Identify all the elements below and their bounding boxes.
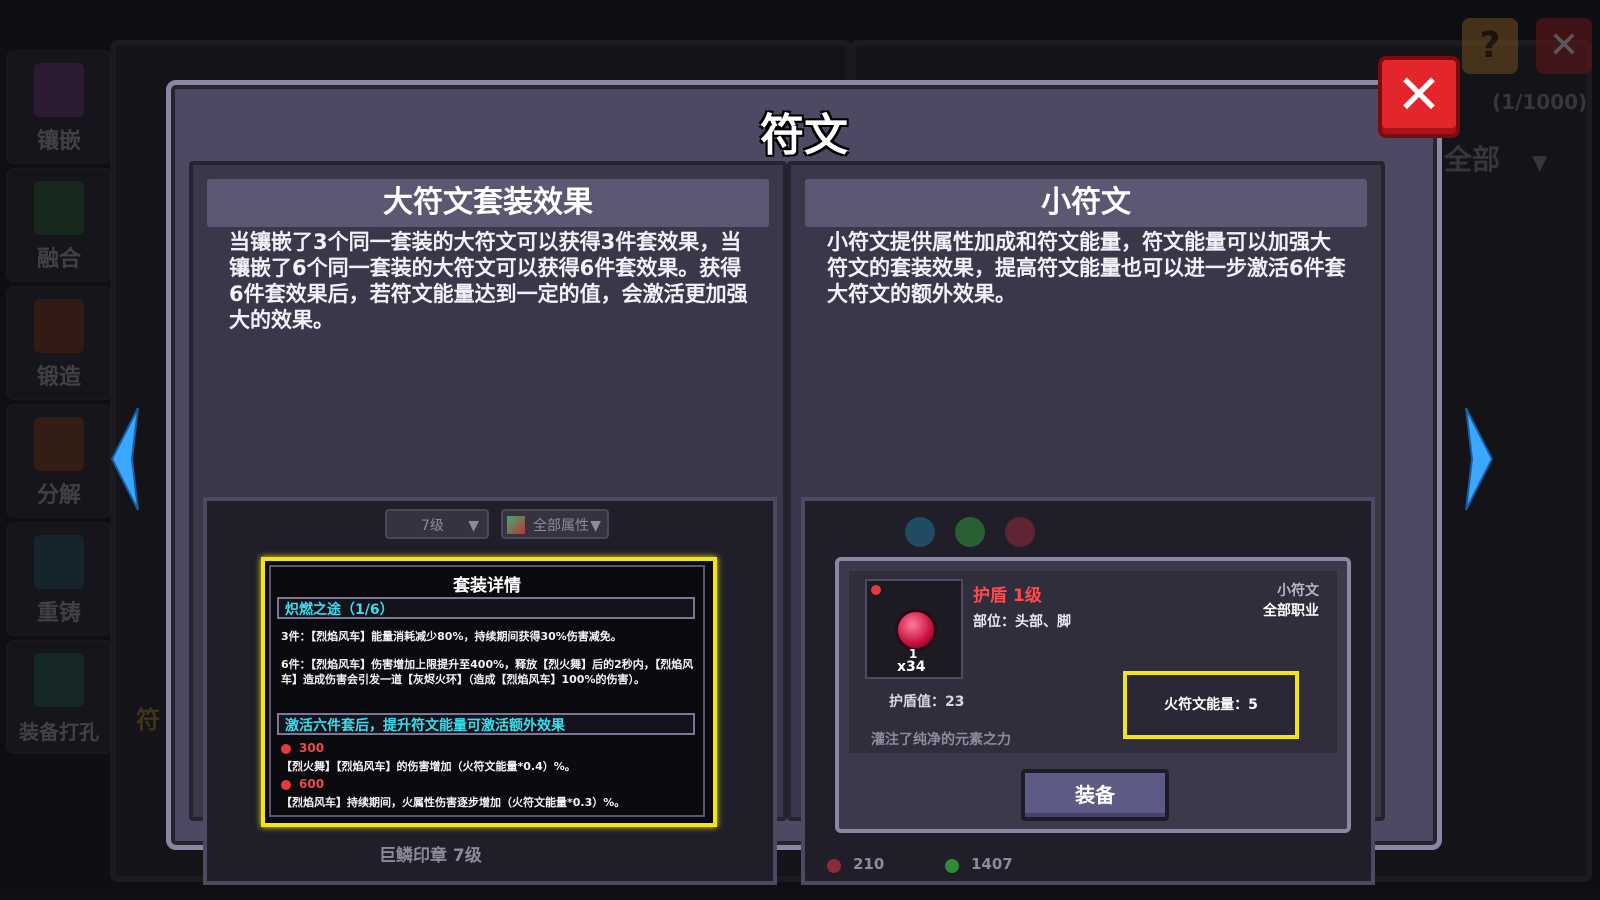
- item-detail-card: 1 x34 护盾 1级 部位：头部、脚 小符文 全部职业 护盾值：23 火符文能…: [835, 557, 1351, 833]
- fire-icon: [281, 744, 291, 754]
- set-detail-tooltip: 套装详情 炽燃之途（1/6） 3件：【烈焰风车】能量消耗减少80%，持续期间获得…: [261, 557, 717, 827]
- tooltip-title: 套装详情: [453, 576, 521, 596]
- level-dropdown-label: 7级: [421, 518, 444, 534]
- big-rune-panel: 大符文套装效果 当镶嵌了3个同一套装的大符文可以获得3件套效果，当镶嵌了6个同一…: [189, 161, 787, 885]
- three-piece-effect: 3件：【烈焰风车】能量消耗减少80%，持续期间获得30%伤害减免。: [281, 630, 622, 643]
- tier2-text: 【烈焰风车】持续期间，火属性伤害逐步增加（火符文能量*0.3）%。: [281, 796, 626, 809]
- attribute-dropdown: 全部属性 ▼: [501, 509, 609, 539]
- tooltip-inner-frame: 套装详情 炽燃之途（1/6） 3件：【烈焰风车】能量消耗减少80%，持续期间获得…: [269, 565, 705, 817]
- fire-rune-icon: [1005, 517, 1035, 547]
- small-rune-panel: 小符文 小符文提供属性加成和符文能量，符文能量可以加强大符文的套装效果，提高符文…: [787, 161, 1385, 885]
- six-piece-effect: 6件：【烈焰风车】伤害增加上限提升至400%，释放【烈火舞】后的2秒内，【烈焰风…: [281, 658, 694, 686]
- small-rune-screenshot: 1 x34 护盾 1级 部位：头部、脚 小符文 全部职业 护盾值：23 火符文能…: [801, 497, 1375, 885]
- earth-rune-icon: [955, 517, 985, 547]
- rune-energy-highlight: 火符文能量：5: [1123, 671, 1299, 739]
- big-rune-description: 当镶嵌了3个同一套装的大符文可以获得3件套效果，当镶嵌了6个同一套装的大符文可以…: [229, 230, 748, 332]
- equip-button[interactable]: 装备: [1021, 769, 1169, 821]
- arrow-right-icon[interactable]: [1458, 404, 1498, 514]
- item-name: 护盾 1级: [973, 586, 1042, 606]
- item-info-area: 1 x34 护盾 1级 部位：头部、脚 小符文 全部职业 护盾值：23 火符文能…: [849, 571, 1337, 753]
- tier1-row: 300: [281, 741, 695, 756]
- dialog-title: 符文: [760, 110, 848, 161]
- item-slot: 1 x34: [865, 579, 963, 679]
- tier2-value: 600: [299, 777, 325, 791]
- close-button[interactable]: ✕: [1378, 56, 1460, 138]
- footer-item-name: 巨鳞印章 7级: [379, 846, 482, 866]
- chevron-down-icon: ▼: [590, 518, 601, 534]
- set-effect-screenshot: 7级 ▼ 全部属性 ▼ 套装详情 炽燃之途（1/6） 3件：【烈焰风车】能量消耗…: [203, 497, 777, 885]
- chevron-down-icon: ▼: [468, 518, 479, 534]
- set-name-bar: 炽燃之途（1/6）: [277, 597, 695, 619]
- fire-icon: [871, 585, 881, 595]
- item-stat: 护盾值：23: [889, 694, 965, 710]
- small-rune-heading: 小符文: [805, 179, 1367, 227]
- footer-value: 1407: [971, 855, 1013, 873]
- small-rune-description: 小符文提供属性加成和符文能量，符文能量可以加强大符文的套装效果，提高符文能量也可…: [827, 230, 1346, 306]
- water-rune-icon: [905, 517, 935, 547]
- rune-dialog: 符文 大符文套装效果 当镶嵌了3个同一套装的大符文可以获得3件套效果，当镶嵌了6…: [166, 80, 1442, 885]
- item-slot-text: 部位：头部、脚: [973, 614, 1071, 630]
- fire-icon: [281, 780, 291, 790]
- item-count: x34: [897, 659, 926, 675]
- item-type-block: 小符文 全部职业: [1263, 581, 1319, 621]
- attribute-dropdown-label: 全部属性: [533, 518, 589, 534]
- tier2-row: 600: [281, 777, 695, 792]
- item-class: 全部职业: [1263, 603, 1319, 619]
- level-dropdown: 7级 ▼: [385, 509, 489, 539]
- extra-effect-header: 激活六件套后，提升符文能量可激活额外效果: [277, 713, 695, 735]
- big-rune-heading: 大符文套装效果: [207, 179, 769, 227]
- item-flavor-text: 灌注了纯净的元素之力: [871, 732, 1011, 748]
- item-type: 小符文: [1277, 583, 1319, 599]
- earth-icon: [945, 859, 959, 873]
- tier1-value: 300: [299, 741, 325, 755]
- arrow-left-icon[interactable]: [106, 404, 146, 514]
- fire-icon: [827, 859, 841, 873]
- footer-value: 210: [853, 855, 885, 873]
- attribute-icon: [507, 516, 525, 534]
- shield-rune-icon: [895, 609, 937, 651]
- tier1-text: 【烈火舞】【烈焰风车】的伤害增加（火符文能量*0.4）%。: [281, 760, 576, 773]
